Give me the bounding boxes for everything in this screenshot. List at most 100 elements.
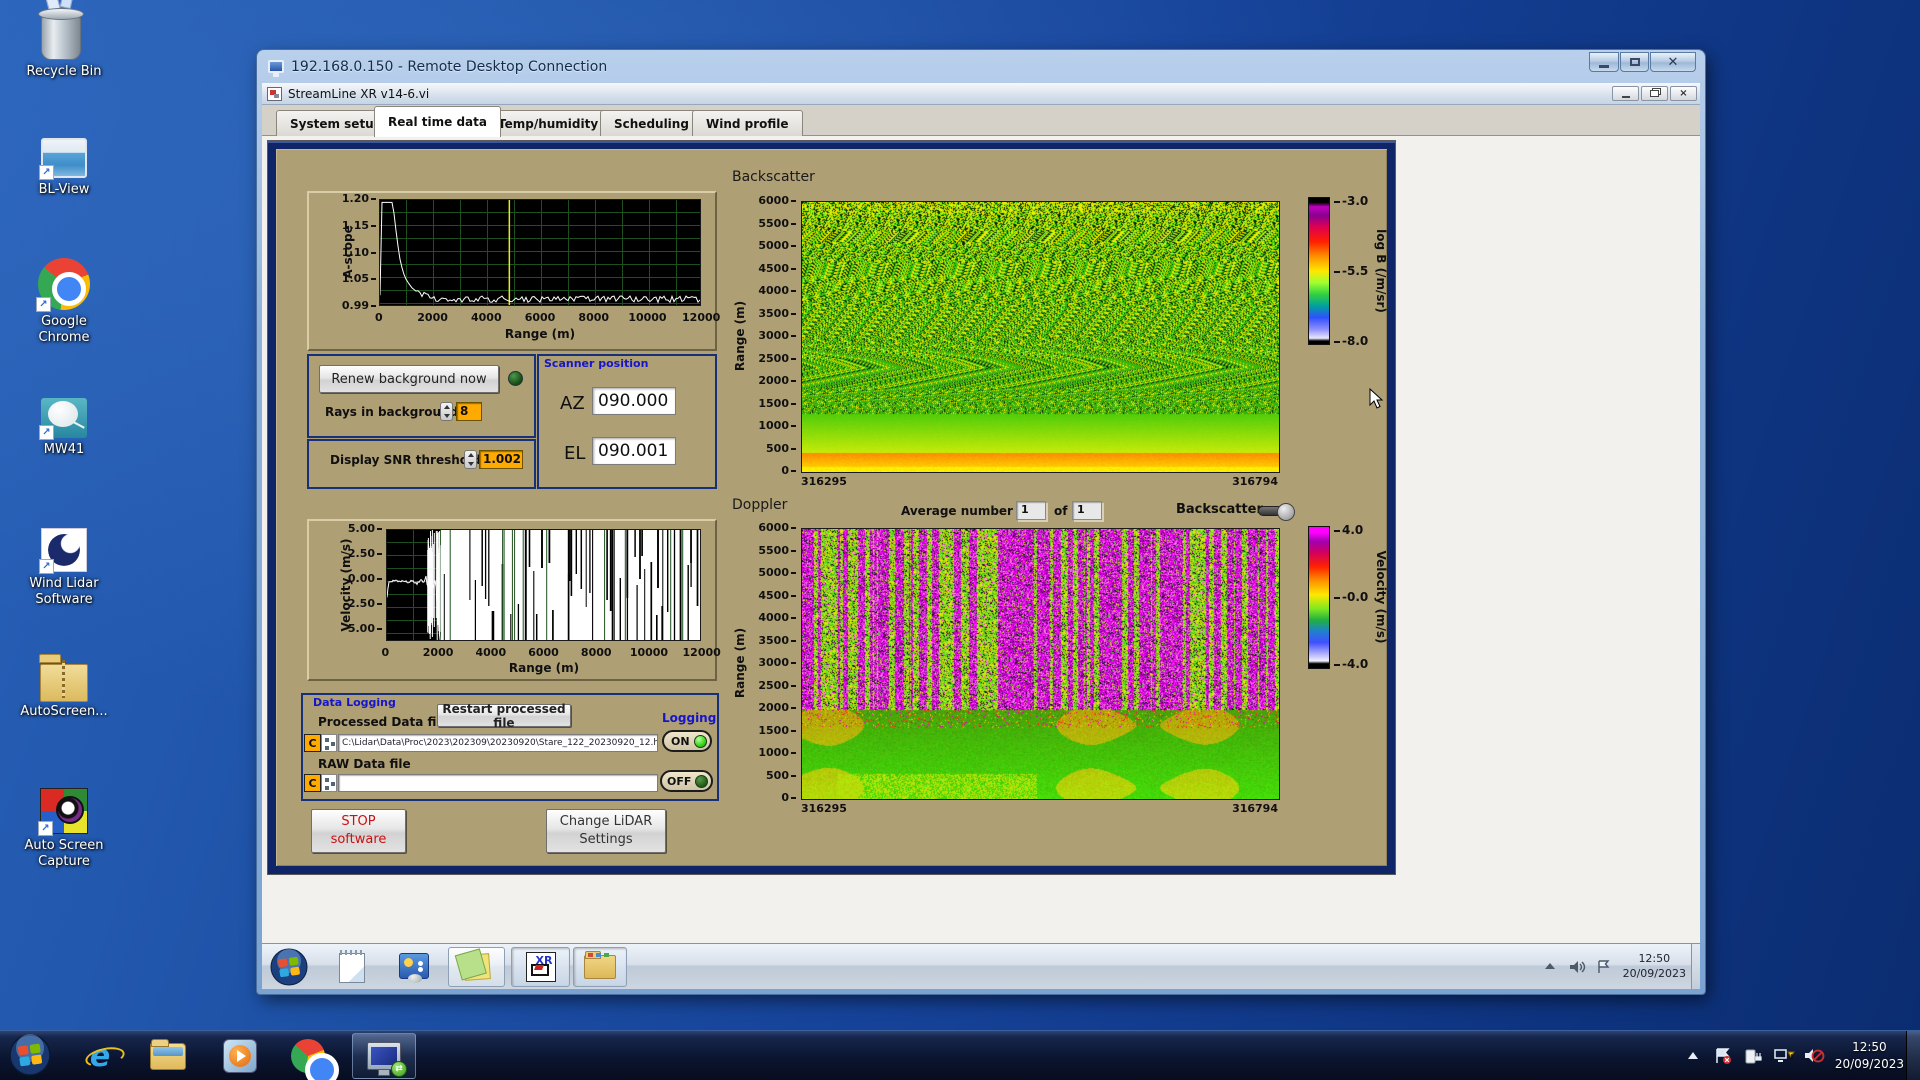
action-center-flag-icon[interactable] (1713, 1047, 1733, 1065)
processed-path-field[interactable]: C:\Lidar\Data\Proc\2023\202309\20230920\… (338, 734, 658, 752)
streamline-xr-button[interactable]: XR (511, 947, 570, 987)
desktop-icon-auto-screen-capture[interactable]: ↗ Auto Screen Capture (4, 788, 124, 871)
renew-background-button[interactable]: Renew background now (319, 365, 499, 393)
file-manager-button[interactable] (573, 947, 627, 987)
doppler-x-end: 316794 (1232, 802, 1278, 815)
raw-file-label: RAW Data file (318, 757, 411, 771)
remote-clock[interactable]: 12:50 20/09/2023 (1623, 952, 1686, 982)
tab-wind-profile[interactable]: Wind profile (692, 110, 803, 136)
control-app-icon[interactable] (398, 951, 430, 983)
minimize-button[interactable] (1589, 52, 1619, 72)
folder-icon (584, 951, 616, 979)
backscatter-x-start: 316295 (801, 475, 847, 488)
on-lamp-icon (693, 734, 707, 748)
app-titlebar[interactable]: StreamLine XR v14-6.vi × (262, 83, 1700, 105)
desktop-icon-recycle-bin[interactable]: Recycle Bin (4, 0, 124, 80)
remote-start-button[interactable] (270, 948, 308, 989)
rdp-window-icon (268, 60, 284, 77)
network-warning-icon[interactable]: ! (1773, 1047, 1795, 1065)
speaker-icon[interactable] (1568, 959, 1586, 975)
backscatter-colorbar-label: log B (/m/sr) (1374, 229, 1388, 313)
desktop-icon-bl-view[interactable]: ↗ BL-View (4, 138, 124, 198)
power-plug-icon[interactable] (1743, 1047, 1763, 1065)
desktop-icon-wind-lidar[interactable]: ↗ Wind Lidar Software (4, 528, 124, 609)
internet-explorer-icon[interactable]: e (82, 1038, 118, 1074)
scanner-position-box (537, 354, 717, 489)
average-total-field[interactable]: 1 (1072, 501, 1102, 520)
rdp-taskbar-button[interactable]: ⇄ (352, 1033, 416, 1079)
ascope-curve (380, 200, 700, 305)
processed-logging-toggle[interactable]: ON (662, 730, 712, 752)
backscatter-colorbar (1308, 197, 1330, 345)
mw41-icon: ↗ (39, 398, 87, 440)
ascope-x-ticks: 0 2000 4000 6000 8000 10000 12000 (375, 311, 721, 324)
rdp-titlebar[interactable]: 192.168.0.150 - Remote Desktop Connectio… (262, 50, 1700, 83)
host-clock[interactable]: 12:50 20/09/2023 (1835, 1039, 1904, 1073)
path-browse-icon[interactable] (321, 734, 337, 752)
raw-logging-toggle[interactable]: OFF (660, 770, 714, 792)
restart-processed-file-button[interactable]: Restart processed file (437, 702, 571, 730)
off-lamp-icon (695, 774, 709, 788)
tab-temp-humidity[interactable]: Temp/humidity (484, 110, 613, 136)
sticky-notes-button[interactable] (448, 947, 505, 987)
rays-value-field[interactable]: 8 (456, 402, 482, 421)
app-minimize-button[interactable] (1612, 86, 1639, 101)
notepad-icon[interactable] (336, 950, 368, 983)
stop-software-button[interactable]: STOP software (311, 809, 406, 853)
speaker-muted-icon[interactable] (1803, 1047, 1825, 1065)
host-start-button[interactable] (8, 1033, 52, 1080)
app-restore-button[interactable] (1641, 86, 1668, 101)
logging-label: Logging (662, 711, 717, 725)
backscatter-doppler-toggle[interactable] (1258, 503, 1295, 521)
desktop-icon-autoscreen-zip[interactable]: AutoScreen... (4, 660, 124, 720)
recycle-bin-icon (38, 0, 87, 60)
drive-letter-box[interactable]: C (304, 774, 321, 792)
remote-show-desktop[interactable] (1691, 944, 1700, 989)
el-label: EL (564, 443, 586, 464)
snr-spinner[interactable] (464, 450, 477, 469)
close-button[interactable]: ✕ (1650, 52, 1696, 72)
svg-text:!: ! (1790, 1053, 1793, 1061)
sticky-notes-icon (462, 953, 491, 981)
desktop-icon-google-chrome[interactable]: ↗ Google Chrome (4, 258, 124, 347)
change-lidar-settings-button[interactable]: Change LiDAR Settings (546, 809, 666, 853)
rays-spinner[interactable] (440, 402, 453, 421)
velocity-plot (386, 529, 701, 641)
backscatter-heatmap (801, 201, 1280, 473)
el-value-field: 090.001 (592, 437, 676, 465)
snr-value-field[interactable]: 1.002 (479, 450, 523, 469)
az-value-field: 090.000 (592, 387, 676, 415)
windows-explorer-icon[interactable] (150, 1038, 186, 1074)
front-panel: 1.20 1.15 1.10 1.05 0.99 A-scope 0 2000 4000 60… (267, 140, 1396, 875)
average-number-field[interactable]: 1 (1016, 501, 1046, 520)
tray-expand-icon[interactable] (1683, 1047, 1703, 1065)
media-player-icon[interactable] (222, 1038, 258, 1074)
tab-real-time-data[interactable]: Real time data (374, 106, 501, 137)
remote-tray: 12:50 20/09/2023 (1532, 944, 1686, 989)
snr-label: Display SNR threshold (330, 453, 481, 467)
maximize-button[interactable] (1620, 52, 1649, 72)
velocity-y-ticks: 5.00 2.50 0.00 -2.50 -5.00 (328, 523, 382, 635)
backscatter-title: Backscatter (732, 169, 815, 185)
show-desktop-button[interactable] (1906, 1031, 1920, 1080)
remote-taskbar: XR 12:50 20/09/2023 (262, 943, 1700, 989)
auto-screen-capture-icon: ↗ (38, 788, 88, 836)
rdp-window: 192.168.0.150 - Remote Desktop Connectio… (257, 50, 1705, 994)
bl-view-icon: ↗ (39, 138, 87, 180)
desktop-icon-label: MW41 (43, 442, 85, 457)
wind-lidar-icon: ↗ (39, 528, 87, 574)
rays-label: Rays in background (325, 405, 459, 419)
tray-expand-icon[interactable] (1541, 959, 1559, 975)
action-center-flag-icon[interactable] (1595, 959, 1613, 975)
desktop-icon-mw41[interactable]: ↗ MW41 (4, 398, 124, 458)
processed-file-label: Processed Data file (318, 715, 449, 729)
xr-vi-icon: XR (525, 952, 556, 982)
chrome-taskbar-icon[interactable] (290, 1038, 339, 1080)
raw-path-field[interactable] (338, 774, 658, 792)
doppler-x-start: 316295 (801, 802, 847, 815)
app-close-button[interactable]: × (1670, 86, 1697, 101)
data-logging-title: Data Logging (313, 696, 396, 709)
path-browse-icon[interactable] (321, 774, 337, 792)
tab-scheduling[interactable]: Scheduling (600, 110, 703, 136)
drive-letter-box[interactable]: C (304, 734, 321, 752)
